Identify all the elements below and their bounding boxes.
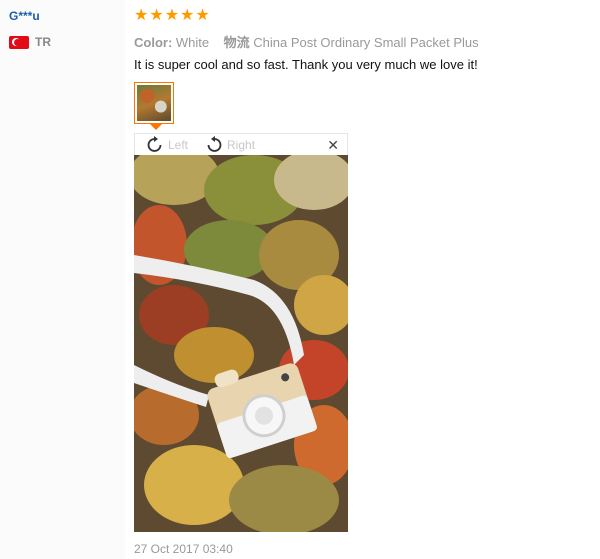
rotate-left-icon (147, 135, 162, 152)
order-attributes: Color: White 物流 China Post Ordinary Smal… (134, 32, 479, 51)
rotate-right-button[interactable]: Right (204, 135, 255, 155)
color-label: Color: (134, 35, 173, 50)
star-icon: ★ (149, 7, 164, 24)
shipping-value: China Post Ordinary Small Packet Plus (253, 35, 479, 50)
thumbnail-selected-indicator (150, 124, 162, 130)
rotate-left-button[interactable]: Left (145, 135, 188, 155)
country-code: TR (35, 35, 51, 49)
rotate-left-label: Left (168, 137, 189, 152)
rotate-right-icon (207, 135, 222, 152)
star-icon: ★ (164, 7, 180, 24)
reviewer-column (0, 0, 125, 559)
reviewer-country: TR (9, 35, 51, 49)
photo-viewer-toolbar: Left Right ✕ (134, 133, 348, 155)
star-rating: ★ ★ ★ ★ ★ (134, 8, 210, 24)
review-photo-image (134, 155, 348, 532)
review-photo-thumbnail[interactable] (134, 82, 174, 124)
review-date: 27 Oct 2017 03:40 (134, 542, 233, 556)
turkey-flag-icon (9, 35, 29, 49)
star-icon: ★ (195, 7, 210, 24)
close-icon[interactable]: ✕ (327, 137, 339, 154)
review-photo-large (134, 155, 348, 532)
color-value: White (175, 35, 210, 50)
review-text: It is super cool and so fast. Thank you … (134, 57, 478, 72)
thumbnail-image (137, 85, 171, 121)
rotate-right-label: Right (227, 137, 256, 152)
reviewer-name: G***u (9, 9, 40, 23)
star-icon: ★ (180, 7, 195, 24)
star-icon: ★ (134, 7, 149, 24)
shipping-label: 物流 (223, 35, 250, 50)
